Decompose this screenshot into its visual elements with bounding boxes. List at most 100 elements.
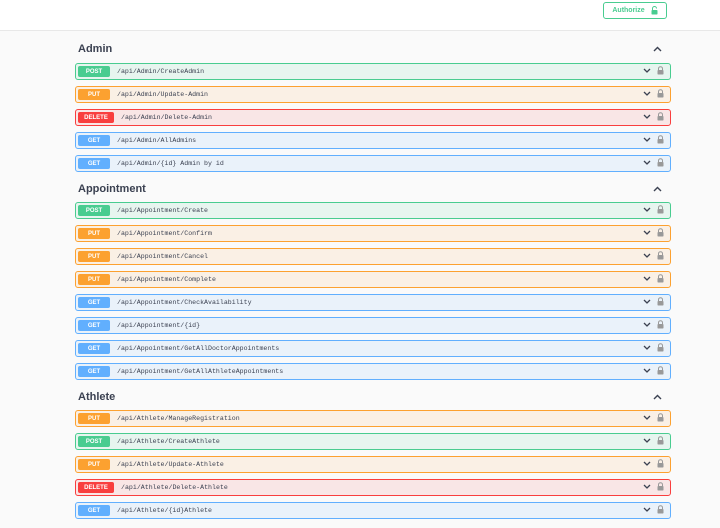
chevron-down-icon[interactable] xyxy=(643,91,651,96)
method-badge: PUT xyxy=(78,413,110,424)
endpoint-path: /api/Appointment/Create xyxy=(117,207,209,214)
chevron-down-icon[interactable] xyxy=(643,461,651,466)
chevron-down-icon[interactable] xyxy=(643,484,651,489)
chevron-up-icon[interactable] xyxy=(652,392,662,402)
lock-icon[interactable] xyxy=(657,251,664,260)
lock-icon[interactable] xyxy=(657,413,664,422)
endpoint-path: /api/Admin/AllAdmins xyxy=(117,137,197,144)
lock-icon[interactable] xyxy=(657,66,664,75)
method-badge: PUT xyxy=(78,274,110,285)
endpoint-path: /api/Admin/{id} Admin by id xyxy=(117,160,224,167)
operation-controls xyxy=(643,228,664,237)
operation-row[interactable]: PUT/api/Appointment/Confirm xyxy=(75,225,671,242)
operation-controls xyxy=(643,413,664,422)
section-header-athlete[interactable]: Athlete xyxy=(78,388,662,406)
chevron-down-icon[interactable] xyxy=(643,368,651,373)
lock-icon[interactable] xyxy=(657,228,664,237)
operation-row[interactable]: GET/api/Admin/AllAdmins xyxy=(75,132,671,149)
endpoint-path: /api/Appointment/{id} xyxy=(117,322,201,329)
method-badge: PUT xyxy=(78,251,110,262)
chevron-down-icon[interactable] xyxy=(643,207,651,212)
operation-controls xyxy=(643,66,664,75)
chevron-down-icon[interactable] xyxy=(643,345,651,350)
operation-controls xyxy=(643,297,664,306)
operation-row[interactable]: POST/api/Appointment/Create xyxy=(75,202,671,219)
lock-icon[interactable] xyxy=(657,505,664,514)
operation-row[interactable]: GET/api/Appointment/GetAllAthleteAppoint… xyxy=(75,363,671,380)
operation-controls xyxy=(643,320,664,329)
endpoint-path: /api/Appointment/Confirm xyxy=(117,230,212,237)
chevron-down-icon[interactable] xyxy=(643,114,651,119)
chevron-down-icon[interactable] xyxy=(643,230,651,235)
operation-row[interactable]: PUT/api/Appointment/Complete xyxy=(75,271,671,288)
section-title: Appointment xyxy=(78,183,146,195)
operation-controls xyxy=(643,343,664,352)
endpoint-path: /api/Appointment/GetAllDoctorAppointment… xyxy=(117,345,280,352)
operation-row[interactable]: PUT/api/Admin/Update-Admin xyxy=(75,86,671,103)
chevron-down-icon[interactable] xyxy=(643,299,651,304)
operation-row[interactable]: GET/api/Appointment/GetAllDoctorAppointm… xyxy=(75,340,671,357)
lock-icon[interactable] xyxy=(657,297,664,306)
operation-controls xyxy=(643,158,664,167)
operation-row[interactable]: GET/api/Admin/{id} Admin by id xyxy=(75,155,671,172)
lock-icon[interactable] xyxy=(657,459,664,468)
operation-row[interactable]: POST/api/Admin/CreateAdmin xyxy=(75,63,671,80)
operation-controls xyxy=(643,274,664,283)
endpoint-path: /api/Appointment/GetAllAthleteAppointmen… xyxy=(117,368,284,375)
method-badge: DELETE xyxy=(78,112,114,123)
chevron-down-icon[interactable] xyxy=(643,507,651,512)
endpoint-path: /api/Athlete/ManageRegistration xyxy=(117,415,240,422)
method-badge: DELETE xyxy=(78,482,114,493)
lock-icon[interactable] xyxy=(657,205,664,214)
operation-row[interactable]: POST/api/Athlete/CreateAthlete xyxy=(75,433,671,450)
operation-row[interactable]: DELETE/api/Athlete/Delete-Athlete xyxy=(75,479,671,496)
endpoint-path: /api/Athlete/CreateAthlete xyxy=(117,438,220,445)
lock-icon[interactable] xyxy=(657,158,664,167)
chevron-down-icon[interactable] xyxy=(643,276,651,281)
section-header-appointment[interactable]: Appointment xyxy=(78,180,662,198)
operation-row[interactable]: PUT/api/Appointment/Cancel xyxy=(75,248,671,265)
operation-row[interactable]: PUT/api/Athlete/Update-Athlete xyxy=(75,456,671,473)
lock-icon[interactable] xyxy=(657,482,664,491)
operation-row[interactable]: DELETE/api/Admin/Delete-Admin xyxy=(75,109,671,126)
authorize-button[interactable]: Authorize xyxy=(603,2,667,19)
authorize-label: Authorize xyxy=(612,7,645,14)
endpoint-path: /api/Appointment/CheckAvailability xyxy=(117,299,252,306)
chevron-down-icon[interactable] xyxy=(643,253,651,258)
chevron-down-icon[interactable] xyxy=(643,415,651,420)
method-badge: PUT xyxy=(78,459,110,470)
method-badge: GET xyxy=(78,135,110,146)
endpoint-path: /api/Athlete/{id}Athlete xyxy=(117,507,212,514)
method-badge: GET xyxy=(78,343,110,354)
chevron-up-icon[interactable] xyxy=(652,44,662,54)
operation-row[interactable]: GET/api/Athlete/{id}Athlete xyxy=(75,502,671,519)
operation-controls xyxy=(643,366,664,375)
operation-row[interactable]: GET/api/Appointment/CheckAvailability xyxy=(75,294,671,311)
operation-controls xyxy=(643,436,664,445)
method-badge: PUT xyxy=(78,228,110,239)
lock-icon[interactable] xyxy=(657,89,664,98)
lock-icon[interactable] xyxy=(657,343,664,352)
top-bar: Authorize xyxy=(0,0,720,31)
lock-icon[interactable] xyxy=(657,320,664,329)
operation-controls xyxy=(643,505,664,514)
operation-controls xyxy=(643,251,664,260)
chevron-down-icon[interactable] xyxy=(643,68,651,73)
chevron-down-icon[interactable] xyxy=(643,322,651,327)
operation-controls xyxy=(643,112,664,121)
lock-icon[interactable] xyxy=(657,366,664,375)
method-badge: GET xyxy=(78,158,110,169)
operation-controls xyxy=(643,459,664,468)
lock-icon[interactable] xyxy=(657,436,664,445)
operation-row[interactable]: PUT/api/Athlete/ManageRegistration xyxy=(75,410,671,427)
chevron-down-icon[interactable] xyxy=(643,160,651,165)
section-header-admin[interactable]: Admin xyxy=(78,40,662,58)
lock-icon[interactable] xyxy=(657,274,664,283)
operation-row[interactable]: GET/api/Appointment/{id} xyxy=(75,317,671,334)
lock-icon[interactable] xyxy=(657,112,664,121)
unlocked-lock-icon xyxy=(651,6,658,15)
chevron-up-icon[interactable] xyxy=(652,184,662,194)
chevron-down-icon[interactable] xyxy=(643,438,651,443)
lock-icon[interactable] xyxy=(657,135,664,144)
chevron-down-icon[interactable] xyxy=(643,137,651,142)
